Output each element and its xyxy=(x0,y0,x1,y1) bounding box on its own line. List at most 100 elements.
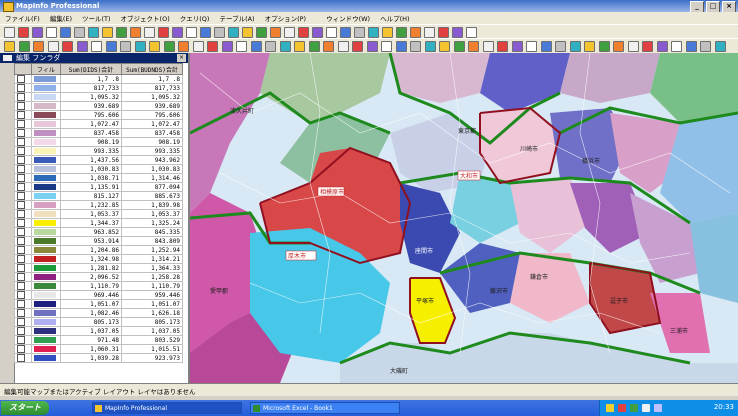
sum2-cell[interactable]: 1,364.33 xyxy=(121,263,183,273)
row-checkbox[interactable] xyxy=(17,354,25,362)
start-button[interactable]: スタート xyxy=(1,401,49,415)
row-checkbox-cell[interactable] xyxy=(14,182,32,192)
row-checkbox[interactable] xyxy=(17,138,25,146)
menu-objects[interactable]: オブジェクト(O) xyxy=(116,13,175,23)
sum2-cell[interactable]: 908.19 xyxy=(121,137,183,147)
undo-icon[interactable] xyxy=(105,41,117,52)
sum2-cell[interactable]: 1,110.79 xyxy=(121,281,183,291)
pan-icon[interactable] xyxy=(192,41,204,52)
row-checkbox[interactable] xyxy=(17,102,25,110)
row-checkbox-cell[interactable] xyxy=(14,299,32,309)
sum1-cell[interactable]: 1,030.83 xyxy=(60,164,122,174)
polygon-icon[interactable] xyxy=(381,41,392,52)
row-checkbox-cell[interactable] xyxy=(14,209,32,219)
fill-swatch-cell[interactable] xyxy=(31,209,61,219)
row-checkbox[interactable] xyxy=(17,237,25,245)
row-checkbox[interactable] xyxy=(17,336,25,344)
row-checkbox[interactable] xyxy=(17,291,25,299)
row-checkbox[interactable] xyxy=(17,255,25,263)
sum2-cell[interactable]: 805.173 xyxy=(121,317,183,327)
fill-swatch-cell[interactable] xyxy=(31,218,61,228)
fill-swatch-cell[interactable] xyxy=(31,74,61,84)
cut-icon[interactable] xyxy=(497,41,508,52)
table-row[interactable]: 1,030.83 1,030.83 xyxy=(14,164,183,174)
row-checkbox[interactable] xyxy=(17,309,25,317)
table-row[interactable]: 1,095.32 1,095.32 xyxy=(14,92,183,102)
map-icon[interactable] xyxy=(298,27,309,38)
row-checkbox[interactable] xyxy=(17,246,25,254)
sum2-cell[interactable]: 1,015.51 xyxy=(121,344,183,354)
row-checkbox-cell[interactable] xyxy=(14,326,32,336)
sum1-cell[interactable]: 2,096.52 xyxy=(60,272,122,282)
save-icon[interactable] xyxy=(452,27,463,38)
pan-icon[interactable] xyxy=(186,27,197,38)
sum2-cell[interactable]: 1,314.21 xyxy=(121,254,183,264)
info-icon[interactable] xyxy=(642,41,653,52)
sum1-cell[interactable]: 1,324.98 xyxy=(60,254,122,264)
select-icon[interactable] xyxy=(584,41,595,52)
symbol-icon[interactable] xyxy=(424,41,436,52)
row-checkbox-cell[interactable] xyxy=(14,92,32,102)
column-header-sum1[interactable]: Sum(DIDS)合計 xyxy=(60,63,122,75)
fill-swatch-cell[interactable] xyxy=(31,200,61,210)
table-row[interactable]: 1,053.37 1,053.37 xyxy=(14,209,183,219)
fill-swatch-cell[interactable] xyxy=(31,290,61,300)
row-checkbox-cell[interactable] xyxy=(14,353,32,363)
fill-swatch-cell[interactable] xyxy=(31,119,61,129)
table-row[interactable]: 1,324.98 1,314.21 xyxy=(14,254,183,264)
cut-icon[interactable] xyxy=(62,41,73,52)
layer-icon[interactable] xyxy=(130,27,141,38)
row-checkbox-cell[interactable] xyxy=(14,110,32,120)
column-header-fill[interactable]: フィル xyxy=(31,63,61,75)
fill-swatch-cell[interactable] xyxy=(31,173,61,183)
open-icon[interactable] xyxy=(18,41,30,52)
table-row[interactable]: 795.606 795.606 xyxy=(14,110,183,120)
row-checkbox[interactable] xyxy=(17,201,25,209)
ruler-icon[interactable] xyxy=(221,41,233,52)
row-checkbox[interactable] xyxy=(17,129,25,137)
sum1-cell[interactable]: 963.852 xyxy=(60,227,122,237)
copy-icon[interactable] xyxy=(511,41,523,52)
row-checkbox[interactable] xyxy=(17,156,25,164)
row-checkbox-cell[interactable] xyxy=(14,128,32,138)
menu-table[interactable]: テーブル(A) xyxy=(214,13,259,23)
sum1-cell[interactable]: 1,039.28 xyxy=(60,353,122,363)
sum1-cell[interactable]: 1,095.32 xyxy=(60,92,122,102)
row-checkbox[interactable] xyxy=(17,192,25,200)
fill-swatch-cell[interactable] xyxy=(31,164,61,174)
text-icon[interactable] xyxy=(396,27,407,38)
row-checkbox[interactable] xyxy=(17,300,25,308)
layer-icon[interactable] xyxy=(134,41,146,52)
table-row[interactable]: 1,038.71 1,314.46 xyxy=(14,173,183,183)
row-checkbox-cell[interactable] xyxy=(14,236,32,246)
zoom-out-icon[interactable] xyxy=(613,41,624,52)
fill-swatch-cell[interactable] xyxy=(31,308,61,318)
sum2-cell[interactable]: 795.606 xyxy=(121,110,183,120)
row-checkbox-cell[interactable] xyxy=(14,281,32,291)
row-checkbox-cell[interactable] xyxy=(14,218,32,228)
sum2-cell[interactable]: 803.529 xyxy=(121,335,183,345)
column-header-sum2[interactable]: Sum(BUDNDS)合計 xyxy=(121,63,183,75)
row-checkbox-cell[interactable] xyxy=(14,83,32,93)
sum2-cell[interactable]: 817,733 xyxy=(121,83,183,93)
fill-swatch-cell[interactable] xyxy=(31,272,61,282)
graph-icon[interactable] xyxy=(700,41,711,52)
row-checkbox-cell[interactable] xyxy=(14,164,32,174)
query-icon[interactable] xyxy=(312,27,323,38)
sum2-cell[interactable]: 959.446 xyxy=(121,290,183,300)
graph-icon[interactable] xyxy=(256,27,267,38)
column-header-select[interactable] xyxy=(14,63,32,75)
sum2-cell[interactable]: 1,053.37 xyxy=(121,209,183,219)
row-checkbox[interactable] xyxy=(17,327,25,335)
layout-icon[interactable] xyxy=(270,27,281,38)
open-icon[interactable] xyxy=(18,27,29,38)
row-checkbox[interactable] xyxy=(17,183,25,191)
sum2-cell[interactable]: 943.962 xyxy=(121,155,183,165)
sum1-cell[interactable]: 939.689 xyxy=(60,101,122,111)
sum1-cell[interactable]: 1,051.07 xyxy=(60,299,122,309)
row-checkbox-cell[interactable] xyxy=(14,191,32,201)
fill-swatch-cell[interactable] xyxy=(31,191,61,201)
tray-app-icon[interactable] xyxy=(654,404,662,412)
fill-swatch-cell[interactable] xyxy=(31,335,61,345)
row-checkbox[interactable] xyxy=(17,84,25,92)
